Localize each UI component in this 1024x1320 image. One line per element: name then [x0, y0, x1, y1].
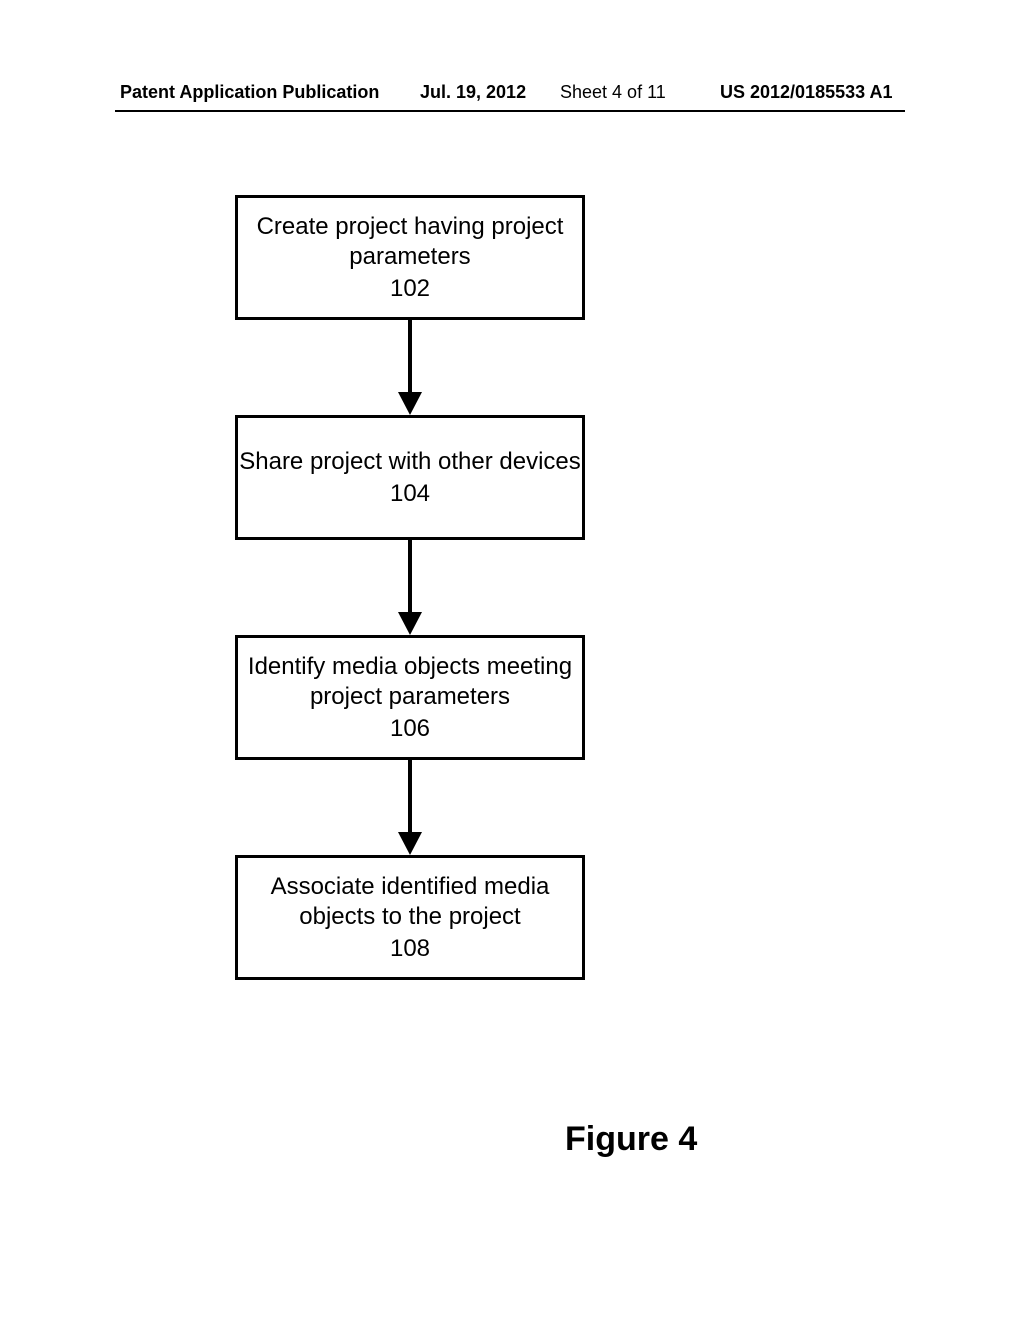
arrow-down-icon: [395, 320, 425, 415]
header-sheet: Sheet 4 of 11: [560, 82, 666, 103]
flow-step-ref: 108: [390, 934, 430, 964]
header-publication-type: Patent Application Publication: [120, 82, 379, 103]
flow-step-106: Identify media objects meeting project p…: [235, 635, 585, 760]
flow-step-104: Share project with other devices 104: [235, 415, 585, 540]
flow-step-102: Create project having project parameters…: [235, 195, 585, 320]
arrow-down-icon: [395, 760, 425, 855]
flow-step-ref: 102: [390, 274, 430, 304]
figure-label: Figure 4: [565, 1120, 697, 1159]
flow-arrow: [235, 760, 585, 855]
flow-step-text: Identify media objects meeting project p…: [238, 652, 582, 712]
header-date: Jul. 19, 2012: [420, 82, 526, 103]
flow-step-ref: 104: [390, 479, 430, 509]
header-publication-number: US 2012/0185533 A1: [720, 82, 892, 103]
arrow-down-icon: [395, 540, 425, 635]
header-rule: [115, 110, 905, 112]
flow-step-ref: 106: [390, 714, 430, 744]
flow-step-text: Share project with other devices: [239, 447, 581, 477]
patent-figure-page: Patent Application Publication Jul. 19, …: [0, 0, 1024, 1320]
flow-arrow: [235, 540, 585, 635]
flow-arrow: [235, 320, 585, 415]
flowchart: Create project having project parameters…: [235, 195, 585, 980]
flow-step-text: Create project having project parameters: [238, 212, 582, 272]
flow-step-text: Associate identified media objects to th…: [238, 872, 582, 932]
flow-step-108: Associate identified media objects to th…: [235, 855, 585, 980]
